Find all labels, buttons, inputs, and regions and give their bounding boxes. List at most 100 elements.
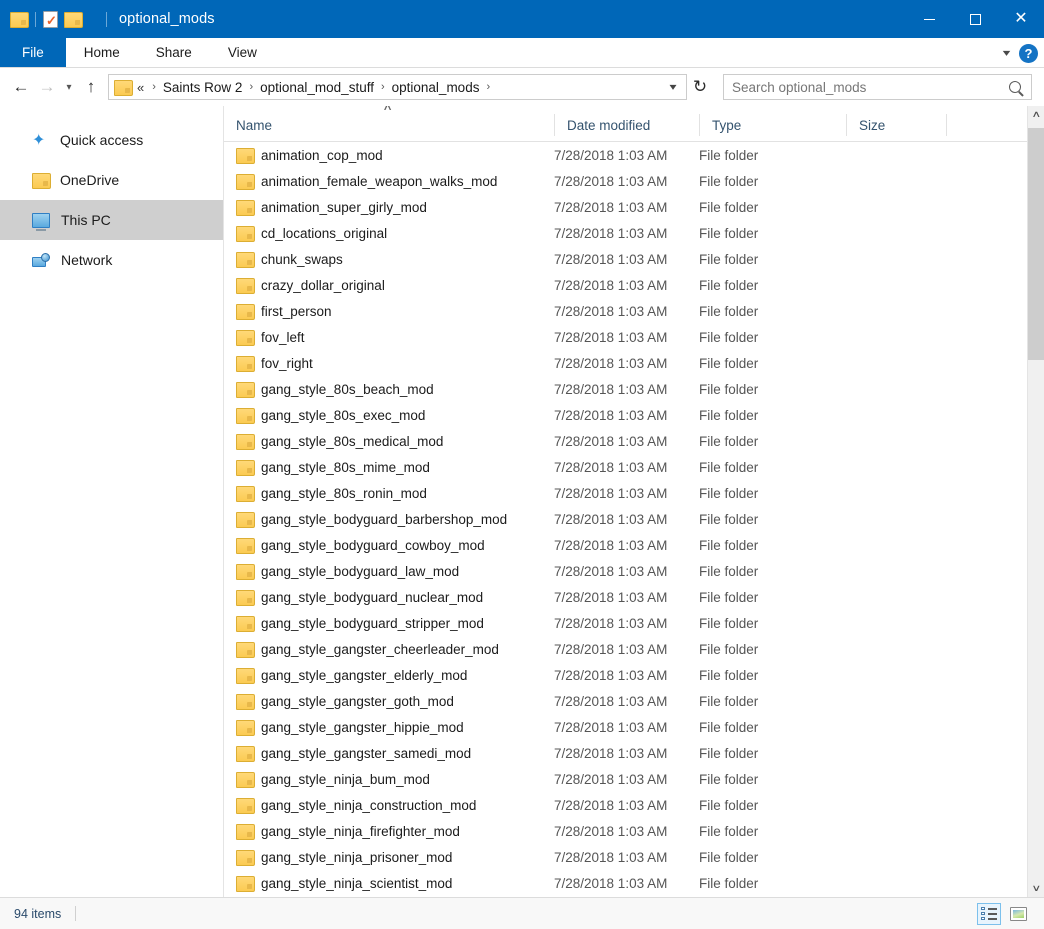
table-row[interactable]: gang_style_bodyguard_stripper_mod 7/28/20… <box>224 610 1044 636</box>
table-row[interactable]: gang_style_gangster_elderly_mod 7/28/2018… <box>224 662 1044 688</box>
file-name-cell[interactable]: gang_style_bodyguard_cowboy_mod <box>224 538 554 554</box>
breadcrumb-item-2[interactable]: optional_mods <box>391 80 481 95</box>
file-name-cell[interactable]: gang_style_bodyguard_nuclear_mod <box>224 590 554 606</box>
expand-ribbon-icon[interactable]: ▾ <box>1003 48 1011 59</box>
table-row[interactable]: crazy_dollar_original 7/28/2018 1:03 AM Fi… <box>224 272 1044 298</box>
file-name-cell[interactable]: gang_style_ninja_firefighter_mod <box>224 824 554 840</box>
file-name-cell[interactable]: gang_style_80s_ronin_mod <box>224 486 554 502</box>
tab-home[interactable]: Home <box>66 38 138 67</box>
new-folder-icon[interactable] <box>64 10 83 28</box>
breadcrumb-item-1[interactable]: optional_mod_stuff <box>259 80 375 95</box>
breadcrumb-separator-0[interactable]: › <box>146 81 162 93</box>
file-name-cell[interactable]: gang_style_ninja_construction_mod <box>224 798 554 814</box>
table-row[interactable]: gang_style_bodyguard_barbershop_mod 7/28/… <box>224 506 1044 532</box>
file-name-cell[interactable]: gang_style_80s_medical_mod <box>224 434 554 450</box>
back-button[interactable]: ← <box>8 73 34 101</box>
table-row[interactable]: gang_style_ninja_prisoner_mod 7/28/2018 1… <box>224 844 1044 870</box>
table-row[interactable]: gang_style_gangster_samedi_mod 7/28/2018 … <box>224 740 1044 766</box>
table-row[interactable]: gang_style_80s_exec_mod 7/28/2018 1:03 AM… <box>224 402 1044 428</box>
column-header-size[interactable]: Size <box>846 114 946 136</box>
search-input[interactable]: Search optional_mods <box>723 74 1032 100</box>
table-row[interactable]: gang_style_gangster_hippie_mod 7/28/2018 … <box>224 714 1044 740</box>
file-name-cell[interactable]: fov_right <box>224 356 554 372</box>
minimize-button[interactable] <box>906 0 952 38</box>
tab-file[interactable]: File <box>0 38 66 67</box>
column-header-date-modified[interactable]: Date modified <box>554 114 699 136</box>
table-row[interactable]: gang_style_bodyguard_cowboy_mod 7/28/2018… <box>224 532 1044 558</box>
table-row[interactable]: animation_cop_mod 7/28/2018 1:03 AM File f… <box>224 142 1044 168</box>
file-name-cell[interactable]: gang_style_ninja_scientist_mod <box>224 876 554 892</box>
table-row[interactable]: chunk_swaps 7/28/2018 1:03 AM File folder <box>224 246 1044 272</box>
table-row[interactable]: gang_style_80s_medical_mod 7/28/2018 1:03… <box>224 428 1044 454</box>
table-row[interactable]: fov_left 7/28/2018 1:03 AM File folder <box>224 324 1044 350</box>
file-name-cell[interactable]: gang_style_bodyguard_barbershop_mod <box>224 512 554 528</box>
table-row[interactable]: gang_style_bodyguard_nuclear_mod 7/28/201… <box>224 584 1044 610</box>
file-name-cell[interactable]: gang_style_80s_mime_mod <box>224 460 554 476</box>
file-name-cell[interactable]: animation_cop_mod <box>224 148 554 164</box>
tab-share[interactable]: Share <box>138 38 210 67</box>
maximize-button[interactable] <box>952 0 998 38</box>
folder-icon[interactable] <box>10 10 29 28</box>
file-name-cell[interactable]: gang_style_80s_beach_mod <box>224 382 554 398</box>
file-name-cell[interactable]: gang_style_80s_exec_mod <box>224 408 554 424</box>
close-button[interactable]: ✕ <box>998 0 1044 38</box>
table-row[interactable]: first_person 7/28/2018 1:03 AM File folder <box>224 298 1044 324</box>
table-row[interactable]: gang_style_80s_mime_mod 7/28/2018 1:03 AM… <box>224 454 1044 480</box>
file-name-cell[interactable]: animation_female_weapon_walks_mod <box>224 174 554 190</box>
sidebar-item-quick-access[interactable]: ✦ Quick access <box>0 120 223 160</box>
file-name-cell[interactable]: gang_style_bodyguard_law_mod <box>224 564 554 580</box>
breadcrumb-separator-3[interactable]: › <box>480 81 496 93</box>
table-row[interactable]: gang_style_ninja_scientist_mod 7/28/2018 … <box>224 870 1044 896</box>
table-row[interactable]: gang_style_80s_beach_mod 7/28/2018 1:03 A… <box>224 376 1044 402</box>
file-name-cell[interactable]: gang_style_gangster_goth_mod <box>224 694 554 710</box>
file-name-cell[interactable]: gang_style_ninja_bum_mod <box>224 772 554 788</box>
tab-view[interactable]: View <box>210 38 275 67</box>
refresh-button[interactable]: ↻ <box>687 73 713 101</box>
file-name-cell[interactable]: gang_style_bodyguard_stripper_mod <box>224 616 554 632</box>
file-name-cell[interactable]: first_person <box>224 304 554 320</box>
table-row[interactable]: gang_style_ninja_construction_mod 7/28/20… <box>224 792 1044 818</box>
column-header-name[interactable]: Name ∧ <box>224 106 554 136</box>
file-name-cell[interactable]: cd_locations_original <box>224 226 554 242</box>
scrollbar-thumb[interactable] <box>1028 128 1044 360</box>
table-row[interactable]: gang_style_ninja_firefighter_mod 7/28/201… <box>224 818 1044 844</box>
breadcrumb-separator-1[interactable]: › <box>243 81 259 93</box>
sidebar-item-network[interactable]: Network <box>0 240 223 280</box>
file-name-cell[interactable]: gang_style_gangster_samedi_mod <box>224 746 554 762</box>
table-row[interactable]: gang_style_ninja_bum_mod 7/28/2018 1:03 A… <box>224 766 1044 792</box>
scroll-up-button[interactable]: ∧ <box>1028 106 1044 123</box>
sidebar-item-this-pc[interactable]: This PC <box>0 200 223 240</box>
breadcrumb-item-0[interactable]: Saints Row 2 <box>162 80 244 95</box>
column-header-blank[interactable] <box>946 114 1006 136</box>
file-name-cell[interactable]: gang_style_ninja_prisoner_mod <box>224 850 554 866</box>
help-icon[interactable]: ? <box>1019 43 1038 63</box>
large-icons-view-button[interactable] <box>1006 903 1030 925</box>
table-row[interactable]: animation_female_weapon_walks_mod 7/28/20… <box>224 168 1044 194</box>
table-row[interactable]: gang_style_gangster_cheerleader_mod 7/28/… <box>224 636 1044 662</box>
file-name-cell[interactable]: animation_super_girly_mod <box>224 200 554 216</box>
file-name-cell[interactable]: crazy_dollar_original <box>224 278 554 294</box>
table-row[interactable]: gang_style_bodyguard_law_mod 7/28/2018 1:… <box>224 558 1044 584</box>
sidebar-item-onedrive[interactable]: OneDrive <box>0 160 223 200</box>
forward-button[interactable]: → <box>34 73 60 101</box>
address-dropdown-icon[interactable]: ▾ <box>658 82 689 93</box>
recent-locations-caret-icon[interactable]: ▾ <box>60 73 78 101</box>
details-view-button[interactable] <box>977 902 1001 925</box>
file-name-cell[interactable]: gang_style_gangster_hippie_mod <box>224 720 554 736</box>
table-row[interactable]: animation_super_girly_mod 7/28/2018 1:03 … <box>224 194 1044 220</box>
breadcrumb-bar[interactable]: « › Saints Row 2 › optional_mod_stuff › … <box>108 74 687 100</box>
file-name-cell[interactable]: gang_style_gangster_elderly_mod <box>224 668 554 684</box>
vertical-scrollbar[interactable]: ∧ ∨ <box>1027 106 1044 897</box>
search-icon[interactable] <box>1009 81 1021 93</box>
file-name-cell[interactable]: gang_style_gangster_cheerleader_mod <box>224 642 554 658</box>
scroll-down-button[interactable]: ∨ <box>1028 880 1044 897</box>
breadcrumb-separator-2[interactable]: › <box>375 81 391 93</box>
properties-icon[interactable]: ✓ <box>43 10 61 28</box>
breadcrumb-overflow-icon[interactable]: « <box>137 80 146 95</box>
up-button[interactable]: ↑ <box>78 73 104 101</box>
file-name-cell[interactable]: fov_left <box>224 330 554 346</box>
table-row[interactable]: gang_style_80s_ronin_mod 7/28/2018 1:03 A… <box>224 480 1044 506</box>
column-header-type[interactable]: Type <box>699 114 846 136</box>
table-row[interactable]: cd_locations_original 7/28/2018 1:03 AM Fi… <box>224 220 1044 246</box>
table-row[interactable]: gang_style_gangster_goth_mod 7/28/2018 1:… <box>224 688 1044 714</box>
